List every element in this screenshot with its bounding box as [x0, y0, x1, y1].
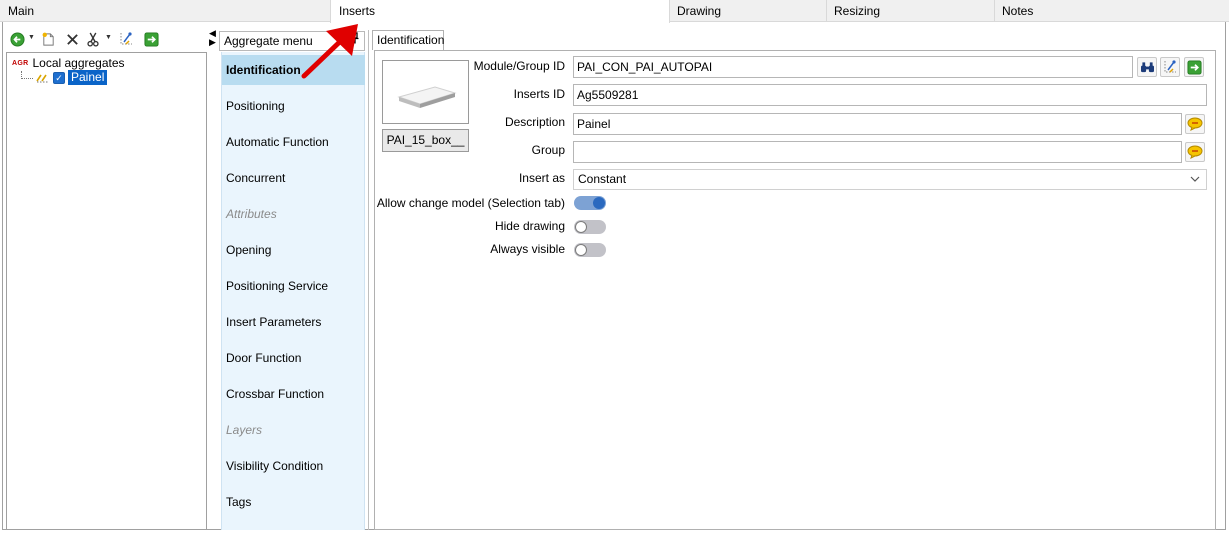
description-label: Description — [504, 115, 565, 129]
group-translate-button[interactable] — [1185, 142, 1205, 162]
menu-item-automatic-function[interactable]: Automatic Function — [222, 127, 365, 157]
speech-bubble-icon — [1187, 117, 1203, 131]
tree-connector — [21, 70, 33, 79]
tab-drawing[interactable]: Drawing — [669, 0, 827, 22]
description-translate-button[interactable] — [1185, 114, 1205, 134]
export-icon — [1186, 59, 1202, 75]
menu-item-visibility-condition[interactable]: Visibility Condition — [222, 451, 365, 481]
menu-item-crossbar-function[interactable]: Crossbar Function — [222, 379, 365, 409]
menu-item-layers: Layers — [226, 423, 263, 437]
agr-icon: AGR — [12, 59, 29, 67]
tree-node-painel[interactable]: ✓ Painel — [21, 70, 108, 85]
tab-identification[interactable]: Identification — [372, 30, 444, 50]
tab-main[interactable]: Main — [0, 0, 331, 22]
chevron-down-icon[interactable]: ▼ — [105, 34, 112, 41]
delete-icon[interactable] — [63, 30, 81, 48]
tree-root-label: Local aggregates — [32, 56, 125, 70]
checkbox-icon[interactable]: ✓ — [53, 71, 65, 84]
back-arrow-icon[interactable] — [8, 30, 26, 48]
description-field[interactable]: Painel — [573, 113, 1182, 135]
always-visible-label: Always visible — [490, 242, 565, 256]
tab-resizing[interactable]: Resizing — [826, 0, 995, 22]
binoculars-icon — [1140, 61, 1154, 72]
tree-toolbar: ▼ ▼ — [6, 30, 206, 50]
chevron-down-icon — [1190, 170, 1200, 189]
allow-change-model-label: Allow change model (Selection tab) — [376, 196, 565, 210]
menu-item-positioning-service[interactable]: Positioning Service — [222, 271, 365, 301]
tree-link-icon[interactable] — [117, 30, 135, 48]
menu-item-concurrent[interactable]: Concurrent — [222, 163, 365, 193]
hide-drawing-toggle[interactable] — [574, 220, 606, 234]
module-group-id-field[interactable]: PAI_CON_PAI_AUTOPAI — [573, 56, 1133, 78]
menu-item-positioning[interactable]: Positioning — [222, 91, 365, 121]
content-separator — [368, 30, 370, 530]
toggle-knob — [575, 221, 587, 233]
menu-item-opening[interactable]: Opening — [222, 235, 365, 265]
aggregate-tree: AGR Local aggregates ✓ Painel — [6, 52, 207, 530]
group-label: Group — [531, 143, 565, 157]
insert-as-value: Constant — [578, 172, 627, 186]
go-to-button[interactable] — [1184, 57, 1204, 77]
annotation-arrow-icon — [301, 24, 358, 79]
tab-notes[interactable]: Notes — [994, 0, 1229, 22]
tree-link-button[interactable] — [1160, 57, 1180, 77]
menu-item-tags[interactable]: Tags — [222, 487, 365, 517]
tree-link-icon — [1164, 60, 1176, 73]
allow-change-model-toggle[interactable] — [574, 196, 606, 210]
top-tab-strip: Main Inserts Drawing Resizing Notes — [0, 0, 1229, 23]
tree-node-label: Painel — [68, 70, 108, 85]
inserts-id-field[interactable]: Ag5509281 — [573, 84, 1207, 106]
expand-right-arrow-icon[interactable]: ▶ — [209, 38, 216, 47]
menu-item-door-function[interactable]: Door Function — [222, 343, 365, 373]
group-field[interactable] — [573, 141, 1182, 163]
hide-drawing-label: Hide drawing — [494, 219, 565, 233]
menu-item-insert-parameters[interactable]: Insert Parameters — [222, 307, 365, 337]
aggregate-menu: Identification Positioning Automatic Fun… — [221, 52, 365, 530]
module-group-id-label: Module/Group ID — [473, 59, 565, 73]
toggle-knob — [575, 244, 587, 256]
export-icon[interactable] — [142, 30, 160, 48]
cut-icon[interactable] — [84, 30, 102, 48]
inserts-id-label: Inserts ID — [513, 87, 565, 101]
tree-root-node[interactable]: AGR Local aggregates — [12, 56, 125, 70]
chevron-down-icon[interactable]: ▼ — [28, 34, 35, 41]
aggregate-item-icon — [36, 74, 49, 82]
insert-as-select[interactable]: Constant — [573, 169, 1207, 190]
always-visible-toggle[interactable] — [574, 243, 606, 257]
speech-bubble-icon — [1187, 145, 1203, 159]
tab-inserts[interactable]: Inserts — [330, 0, 670, 23]
binoculars-search-button[interactable] — [1137, 57, 1157, 77]
insert-as-label: Insert as — [518, 171, 565, 185]
toggle-knob — [593, 197, 605, 209]
new-document-icon[interactable] — [39, 30, 57, 48]
